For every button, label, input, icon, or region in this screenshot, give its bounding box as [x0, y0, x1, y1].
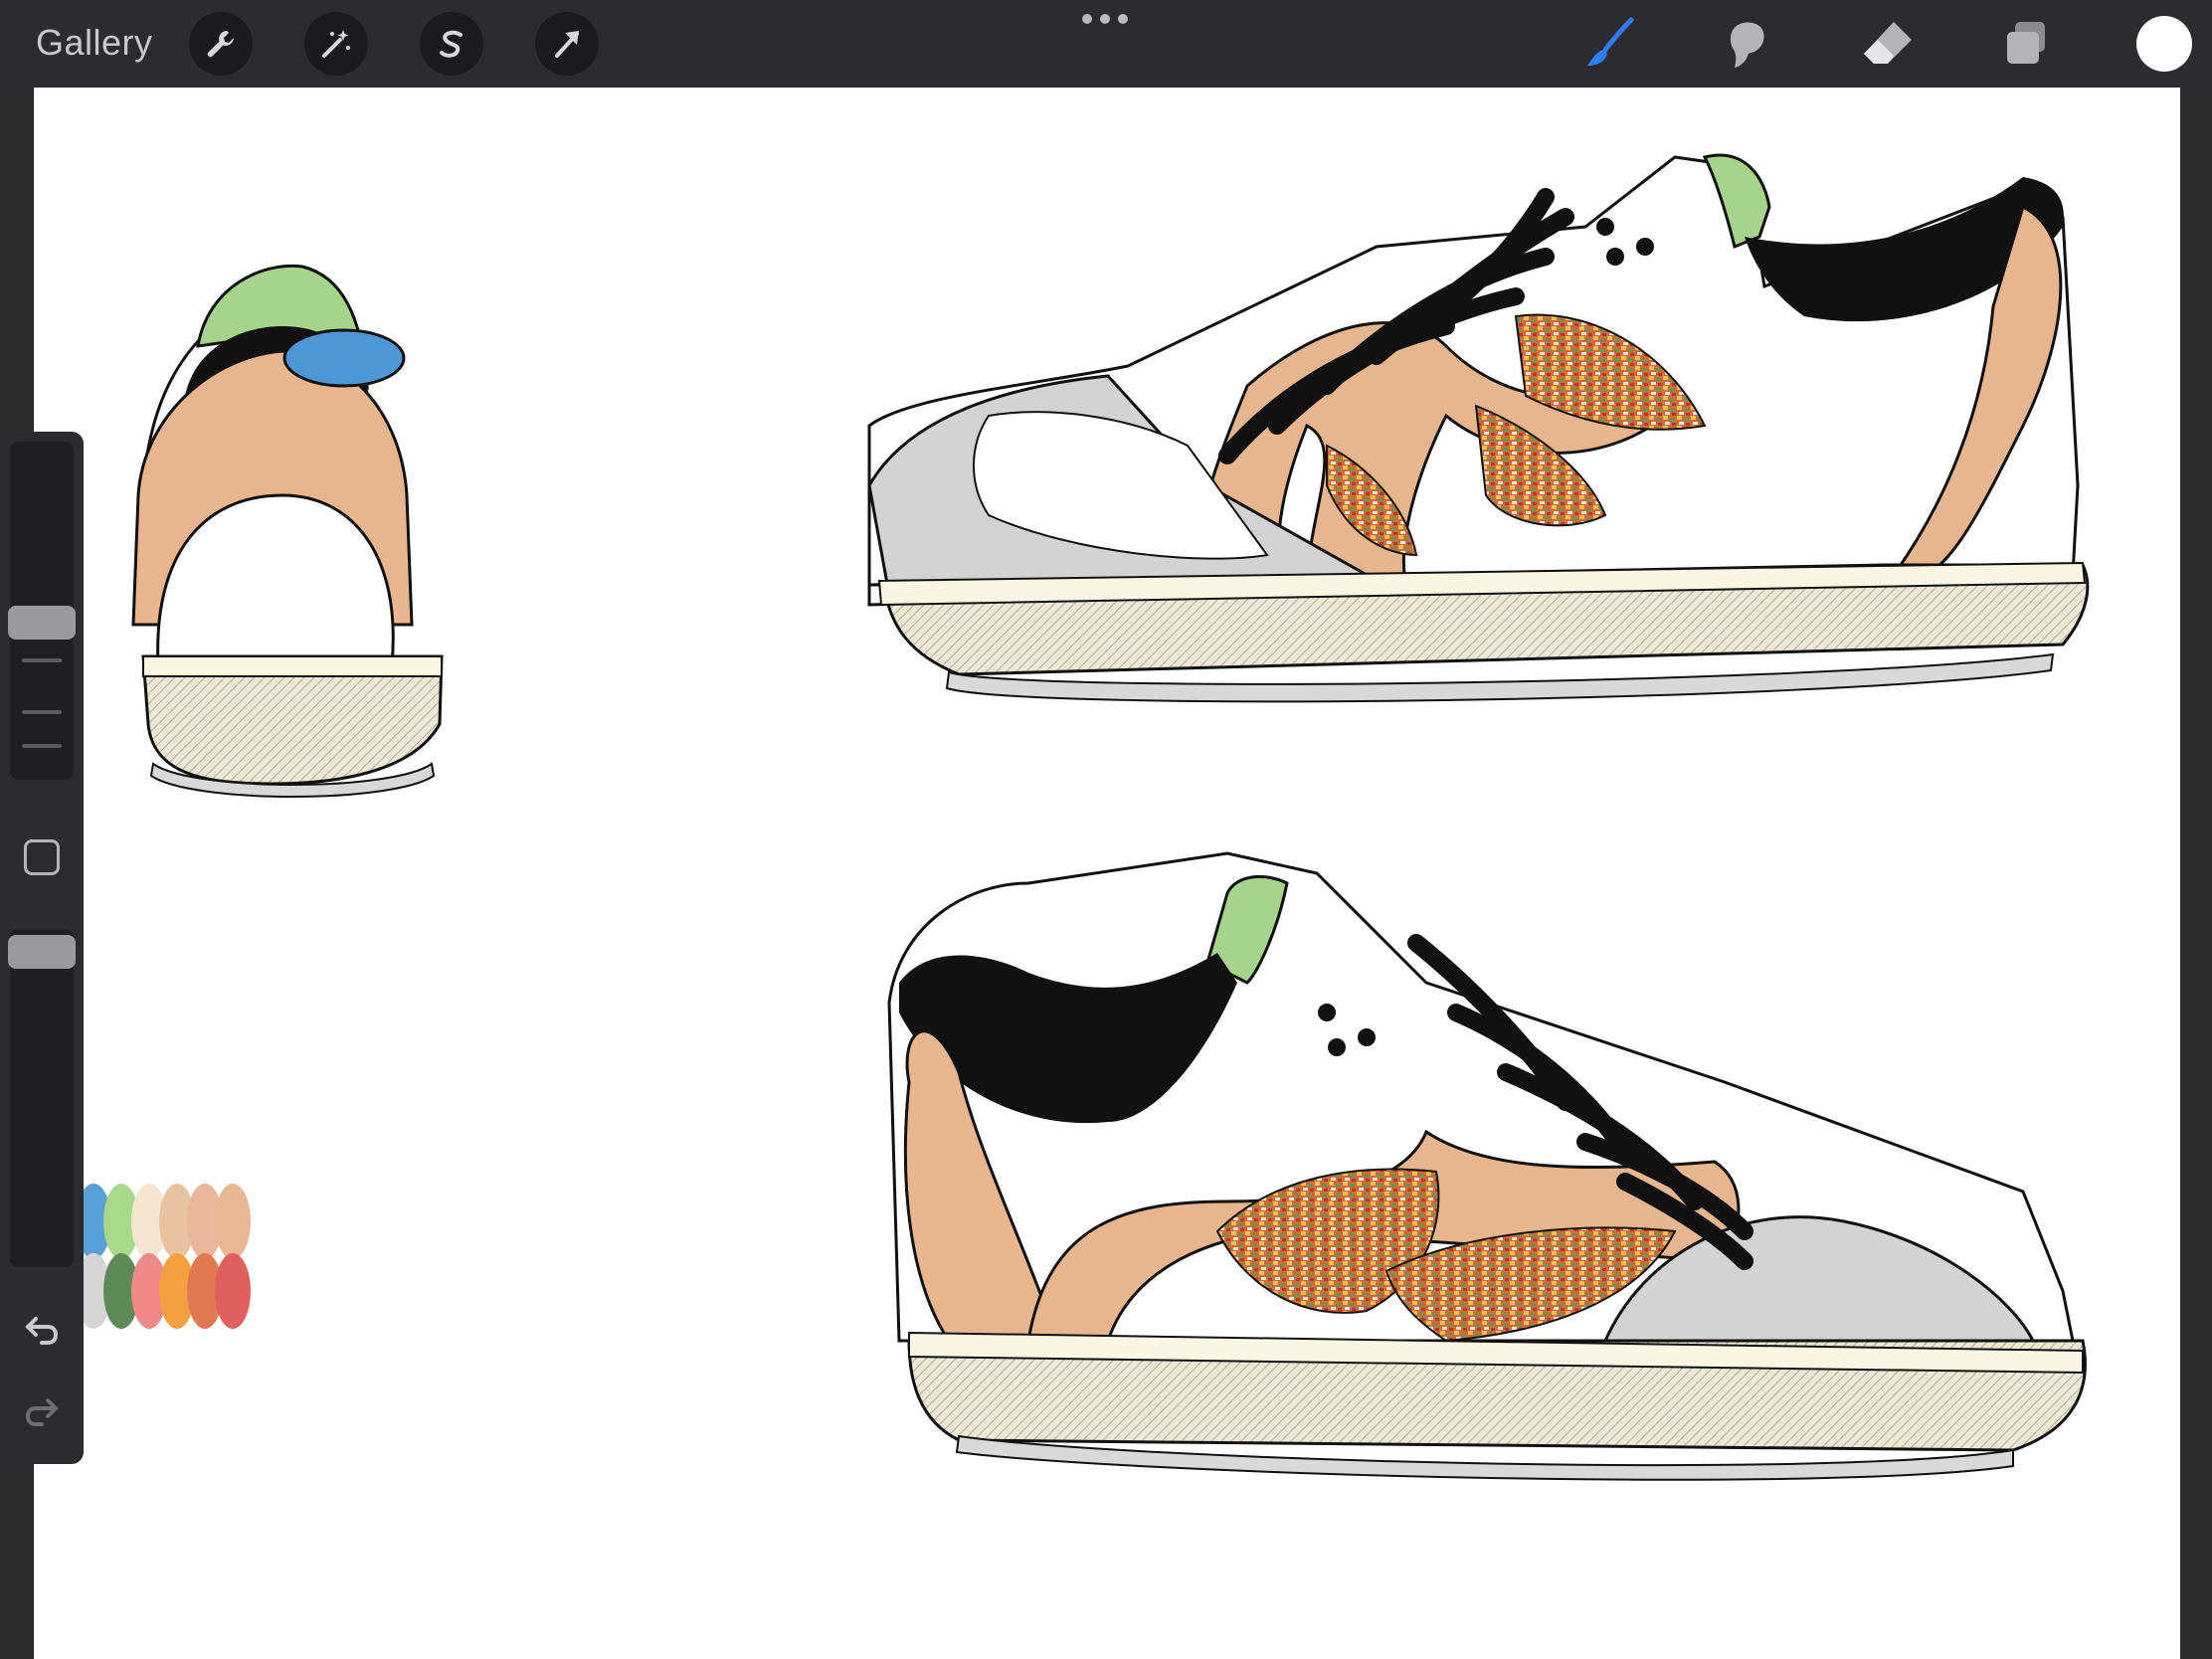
- layers-icon[interactable]: [1993, 14, 2057, 74]
- color-palette-blobs: [76, 1184, 251, 1329]
- modify-button[interactable]: [24, 839, 60, 875]
- brush-opacity-thumb[interactable]: [8, 935, 76, 970]
- brush-size-thumb[interactable]: [8, 606, 76, 641]
- transform-arrow-icon[interactable]: [535, 12, 599, 76]
- undo-icon[interactable]: [18, 1305, 66, 1353]
- more-options-dots-icon[interactable]: [1082, 14, 1128, 26]
- left-sidebar: [0, 432, 84, 1464]
- rear-blue-logo: [282, 328, 406, 388]
- size-tick: [22, 744, 62, 748]
- rear-view-sneaker: [131, 264, 444, 798]
- selection-s-icon[interactable]: [420, 12, 483, 76]
- redo-icon[interactable]: [18, 1386, 66, 1434]
- palette-swatch: [215, 1184, 251, 1259]
- smudge-icon[interactable]: [1717, 14, 1780, 74]
- palette-swatch: [215, 1253, 251, 1329]
- sneaker-artwork: [76, 153, 2090, 1481]
- drawing-canvas[interactable]: [34, 88, 2180, 1659]
- size-tick: [22, 658, 62, 662]
- actions-wrench-icon[interactable]: [189, 12, 253, 76]
- size-tick: [22, 710, 62, 714]
- brush-opacity-slider[interactable]: [10, 929, 74, 1267]
- gallery-button[interactable]: Gallery: [36, 22, 153, 64]
- side-view-sneaker-right: [867, 153, 2090, 703]
- top-toolbar: Gallery: [0, 0, 2212, 88]
- side-view-sneaker-left: [887, 851, 2087, 1481]
- current-color-swatch[interactable]: [2136, 16, 2192, 72]
- brush-icon[interactable]: [1577, 14, 1641, 74]
- eraser-icon[interactable]: [1856, 14, 1920, 74]
- adjustments-wand-icon[interactable]: [304, 12, 368, 76]
